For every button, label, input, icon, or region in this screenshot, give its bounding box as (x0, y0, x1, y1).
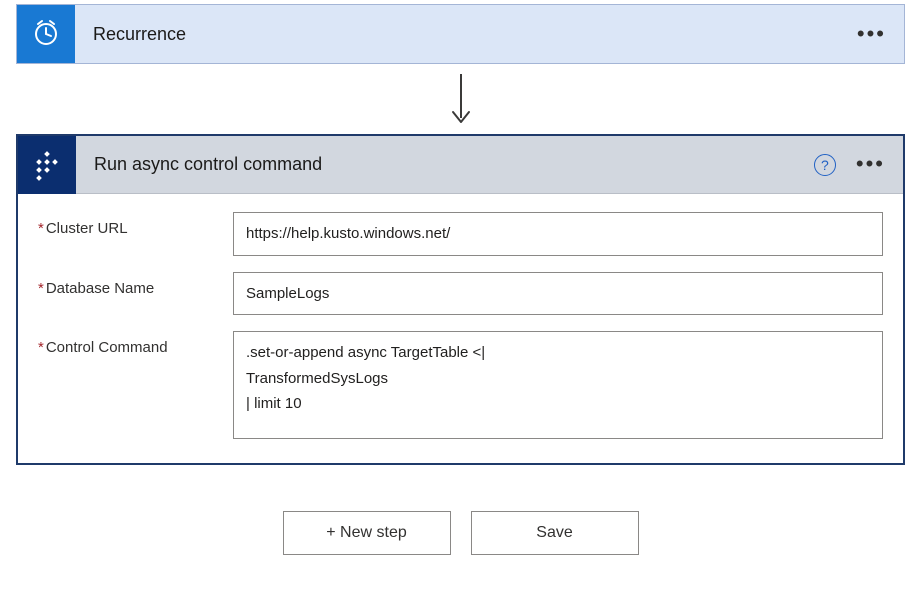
cluster-url-label: *Cluster URL (38, 212, 233, 256)
more-icon[interactable]: ••• (857, 30, 886, 39)
recurrence-step-card[interactable]: Recurrence ••• (16, 4, 905, 64)
kusto-header[interactable]: Run async control command ? ••• (18, 136, 903, 194)
new-step-button[interactable]: + New step (283, 511, 451, 555)
flow-arrow (16, 64, 905, 134)
cluster-url-row: *Cluster URL (38, 212, 883, 256)
kusto-body: *Cluster URL *Database Name *Control Com… (18, 194, 903, 463)
recurrence-title: Recurrence (75, 24, 857, 45)
kusto-icon (18, 136, 76, 194)
kusto-title: Run async control command (76, 154, 814, 175)
more-icon[interactable]: ••• (856, 160, 885, 169)
database-name-row: *Database Name (38, 272, 883, 316)
run-async-command-step-card: Run async control command ? ••• *Cluster… (16, 134, 905, 465)
clock-icon (17, 5, 75, 63)
save-button[interactable]: Save (471, 511, 639, 555)
help-icon[interactable]: ? (814, 154, 836, 176)
database-name-label: *Database Name (38, 272, 233, 316)
control-command-row: *Control Command (38, 331, 883, 439)
database-name-input[interactable] (233, 272, 883, 316)
control-command-label: *Control Command (38, 331, 233, 439)
control-command-input[interactable] (233, 331, 883, 439)
cluster-url-input[interactable] (233, 212, 883, 256)
footer-buttons: + New step Save (16, 511, 905, 555)
recurrence-header: Recurrence ••• (17, 5, 904, 63)
